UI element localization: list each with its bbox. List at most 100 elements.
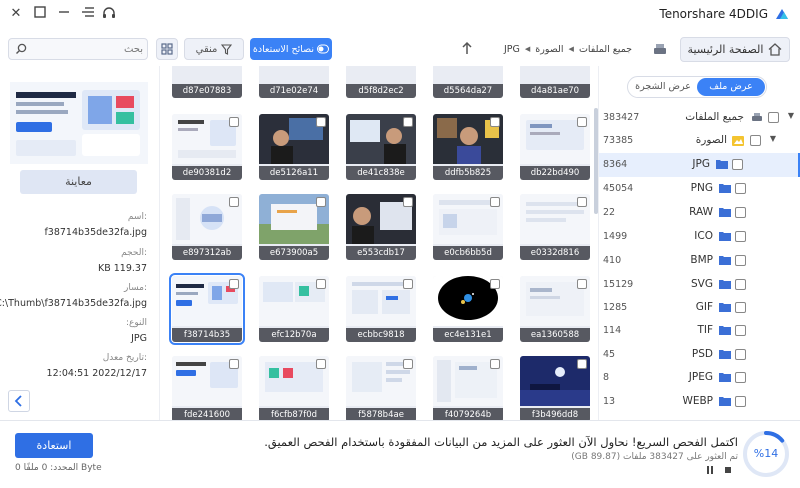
go-up-button[interactable] (460, 40, 474, 58)
grid-view-button[interactable] (156, 38, 178, 60)
tree-item-checkbox[interactable] (735, 255, 746, 266)
recovery-tips-button[interactable]: نصائح الاستعادة (250, 38, 332, 60)
tab-file-view[interactable]: عرض ملف (697, 78, 765, 96)
file-checkbox[interactable] (316, 197, 326, 207)
file-name: ddfb5b825 (433, 166, 503, 180)
pause-button[interactable] (704, 465, 716, 477)
file-checkbox[interactable] (229, 279, 239, 289)
file-checkbox[interactable] (403, 279, 413, 289)
tree-item-tif[interactable]: 114 TIF (599, 319, 800, 343)
tree-item-checkbox[interactable] (735, 231, 746, 242)
file-checkbox[interactable] (577, 359, 587, 369)
tree-item-bmp[interactable]: 410 BMP (599, 249, 800, 273)
folder-icon (719, 184, 731, 193)
file-thumbnail[interactable]: db22bd490 (520, 114, 590, 180)
file-checkbox[interactable] (577, 117, 587, 127)
file-checkbox[interactable] (229, 359, 239, 369)
file-thumbnail[interactable]: de41c838e (346, 114, 416, 180)
file-thumbnail[interactable]: ecbbc9818 (346, 276, 416, 342)
file-thumbnail[interactable]: d71e02e74 (259, 66, 329, 98)
file-thumbnail[interactable]: ea1360588 (520, 276, 590, 342)
file-thumbnail[interactable]: d5564da27 (433, 66, 503, 98)
breadcrumb-image[interactable]: الصورة (535, 44, 563, 55)
close-icon[interactable]: ✕ (8, 6, 24, 22)
tree-item-checkbox[interactable] (735, 349, 746, 360)
tree-item-image[interactable]: 73385 الصورة ▼ (599, 129, 800, 153)
preview-panel: معاينة اسم: f38714b35de32fa.jpg الحجم: K… (0, 66, 160, 420)
file-checkbox[interactable] (490, 117, 500, 127)
caret-down-icon[interactable]: ▼ (770, 134, 776, 143)
caret-down-icon[interactable]: ▼ (788, 111, 794, 120)
tree-item-gif[interactable]: 1285 GIF (599, 296, 800, 320)
file-thumbnail[interactable]: de90381d2 (172, 114, 242, 180)
tree-item-checkbox[interactable] (735, 372, 746, 383)
file-thumbnail[interactable]: d4a81ae70 (520, 66, 590, 98)
search-box[interactable] (8, 38, 148, 60)
file-checkbox[interactable] (577, 197, 587, 207)
tree-item-checkbox[interactable] (735, 279, 746, 290)
file-checkbox[interactable] (229, 197, 239, 207)
filter-icon (221, 43, 233, 55)
stop-button[interactable] (722, 465, 734, 477)
headset-support-icon[interactable] (101, 6, 117, 22)
file-thumbnail[interactable]: efc12b70a (259, 276, 329, 342)
date-label: تاريخ معدل: (102, 353, 147, 363)
tree-item-psd[interactable]: 45 PSD (599, 343, 800, 367)
file-checkbox[interactable] (403, 197, 413, 207)
file-thumbnail[interactable]: d5f8d2ec2 (346, 66, 416, 98)
file-thumbnail[interactable]: de5126a11 (259, 114, 329, 180)
file-thumbnail[interactable]: ddfb5b825 (433, 114, 503, 180)
file-checkbox[interactable] (229, 117, 239, 127)
tree-item-checkbox[interactable] (732, 159, 743, 170)
file-thumbnail[interactable]: e897312ab (172, 194, 242, 260)
file-checkbox[interactable] (403, 359, 413, 369)
tree-item-ico[interactable]: 1499 ICO (599, 225, 800, 249)
tree-item-checkbox[interactable] (768, 112, 779, 123)
menu-icon[interactable] (80, 6, 96, 22)
filter-button[interactable]: منقي (184, 38, 244, 60)
file-checkbox[interactable] (316, 359, 326, 369)
tree-item-svg[interactable]: 15129 SVG (599, 273, 800, 297)
file-checkbox[interactable] (403, 117, 413, 127)
file-checkbox[interactable] (577, 279, 587, 289)
tree-item-jpeg[interactable]: 8 JPEG (599, 366, 800, 390)
search-input[interactable] (31, 41, 143, 57)
file-thumbnail[interactable]: d87e07883 (172, 66, 242, 98)
tree-item-checkbox[interactable] (735, 207, 746, 218)
file-checkbox[interactable] (490, 279, 500, 289)
tree-item-jpg[interactable]: 8364 JPG (599, 153, 800, 177)
file-thumbnail[interactable]: fde241600 (172, 356, 242, 420)
file-checkbox[interactable] (490, 197, 500, 207)
tree-item-png[interactable]: 45054 PNG (599, 177, 800, 201)
file-checkbox[interactable] (316, 117, 326, 127)
file-thumbnail[interactable]: e673900a5 (259, 194, 329, 260)
file-thumbnail[interactable]: f6cfb87f0d (259, 356, 329, 420)
tree-item-checkbox[interactable] (735, 302, 746, 313)
breadcrumb-all-files[interactable]: جميع الملفات (579, 44, 632, 55)
tree-item-checkbox[interactable] (750, 135, 761, 146)
home-button[interactable]: الصفحة الرئيسية (680, 37, 790, 62)
file-thumbnail-selected[interactable]: f38714b35 (169, 273, 245, 345)
maximize-icon[interactable] (32, 6, 48, 22)
minimize-icon[interactable] (56, 6, 72, 22)
tree-item-all-files[interactable]: 383427 جميع الملفات ▼ (599, 106, 800, 130)
breadcrumb-jpg[interactable]: JPG (504, 44, 520, 55)
tree-item-checkbox[interactable] (735, 325, 746, 336)
tab-tree-view[interactable]: عرض الشجرة (629, 78, 697, 96)
file-thumbnail[interactable]: ec4e131e1 (433, 276, 503, 342)
file-thumbnail[interactable]: f4079264b (433, 356, 503, 420)
file-checkbox[interactable] (316, 279, 326, 289)
recover-button[interactable]: استعادة (15, 433, 93, 458)
tree-item-raw[interactable]: 22 RAW (599, 201, 800, 225)
preview-button[interactable]: معاينة (20, 170, 137, 194)
file-thumbnail[interactable]: f5878b4ae (346, 356, 416, 420)
tree-item-webp[interactable]: 13 WEBP (599, 390, 800, 414)
file-checkbox[interactable] (490, 359, 500, 369)
file-thumbnail[interactable]: e553cdb17 (346, 194, 416, 260)
file-thumbnail[interactable]: e0cb6bb5d (433, 194, 503, 260)
collapse-panel-button[interactable] (8, 390, 30, 412)
tree-item-checkbox[interactable] (735, 396, 746, 407)
file-thumbnail[interactable]: f3b496dd8 (520, 356, 590, 420)
tree-item-checkbox[interactable] (735, 183, 746, 194)
file-thumbnail[interactable]: e0332d816 (520, 194, 590, 260)
